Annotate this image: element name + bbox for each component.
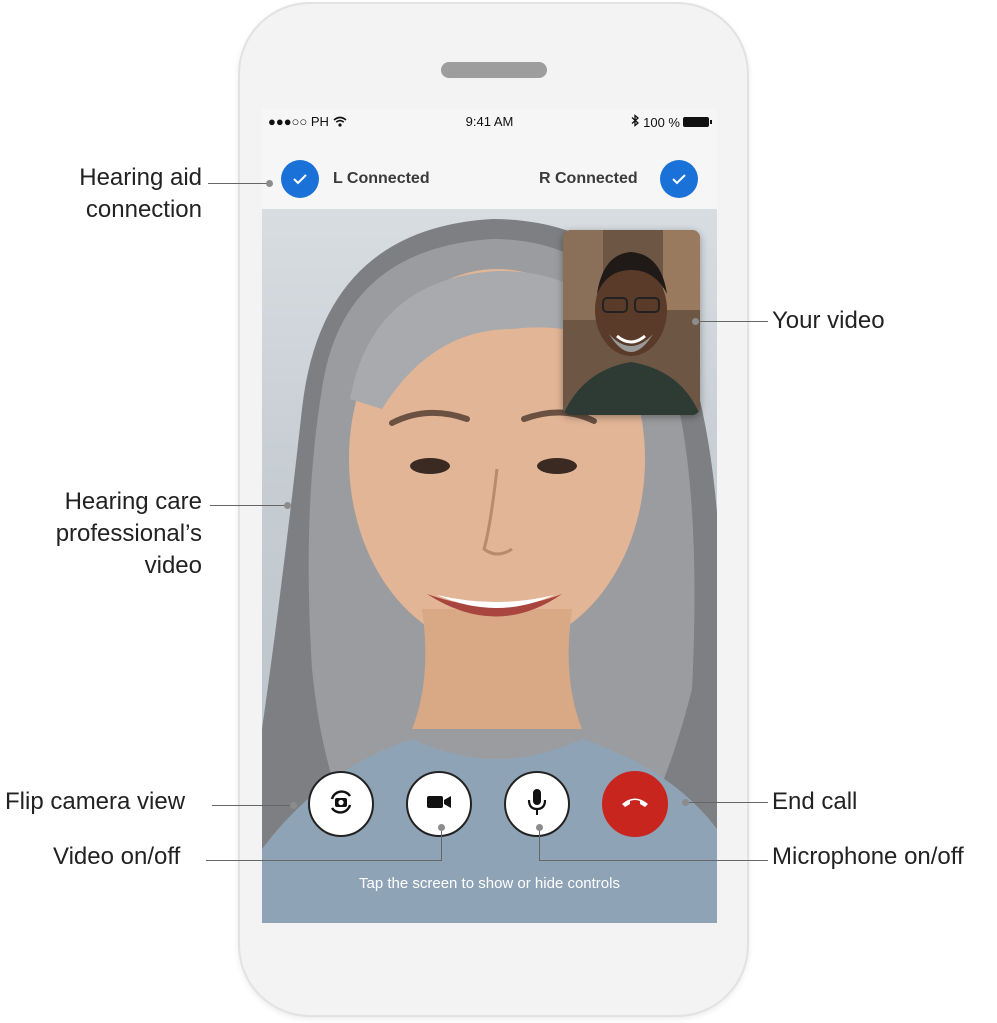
callout-end-call: End call [772,788,858,815]
callout-line-hearing-aid [208,183,270,184]
microphone-icon [526,787,548,822]
callout-dot-end-call [682,799,689,806]
callout-line-microphone [539,860,768,861]
phone-speaker [441,62,547,78]
callout-line-flip-camera [212,805,294,806]
battery-icon [683,117,712,127]
end-call-icon [620,795,650,814]
callout-dot-hearing-aid [266,180,273,187]
flip-camera-icon [326,787,356,822]
callout-video-toggle: Video on/off [53,843,181,870]
callout-line-your-video [696,321,768,322]
callout-dot-professional-video [284,502,291,509]
video-camera-icon [425,792,453,817]
self-video[interactable] [563,230,700,415]
callout-professional-video: Hearing care professional’s video [55,488,202,579]
callout-vline-microphone [539,828,540,860]
callout-dot-video-toggle [438,824,445,831]
left-connection-label: L Connected [333,170,430,187]
callout-vline-video-toggle [441,828,442,860]
left-connected-check-icon [281,160,319,198]
bluetooth-icon [631,114,640,130]
hearing-aid-connection-bar: L Connected R Connected [262,135,717,210]
controls-hint: Tap the screen to show or hide controls [359,875,620,892]
callout-your-video: Your video [772,307,885,334]
callout-microphone: Microphone on/off [772,843,964,870]
battery-percent: 100 % [643,114,680,130]
callout-hearing-aid-connection: Hearing aid connection [79,164,202,223]
right-connection-label: R Connected [539,170,638,187]
status-bar: ●●●○○ PH 9:41 AM 100 % [262,109,717,135]
callout-dot-microphone [536,824,543,831]
callout-dot-flip-camera [290,802,297,809]
end-call-button[interactable] [602,771,668,837]
phone-screen[interactable]: ●●●○○ PH 9:41 AM 100 % L Connected R Con… [262,109,717,923]
flip-camera-button[interactable] [308,771,374,837]
callout-line-video-toggle [206,860,442,861]
status-right: 100 % [631,114,712,130]
callout-line-end-call [686,802,768,803]
callout-flip-camera: Flip camera view [5,788,186,815]
callout-line-professional-video [210,505,288,506]
callout-dot-your-video [692,318,699,325]
right-connected-check-icon [660,160,698,198]
